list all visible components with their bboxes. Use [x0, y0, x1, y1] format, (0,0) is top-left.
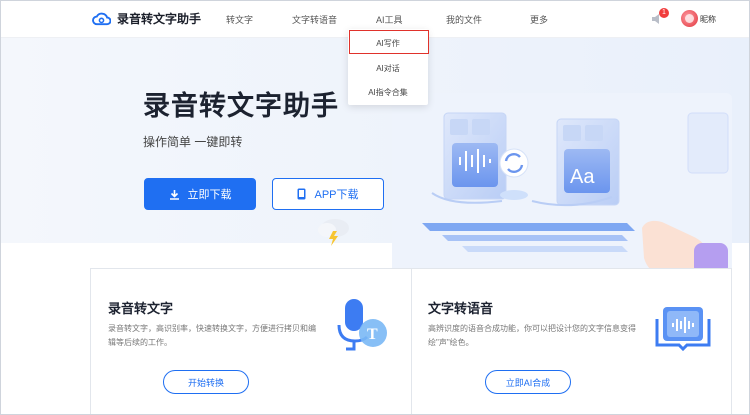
username[interactable]: 昵称	[700, 14, 716, 25]
card-divider	[411, 269, 412, 415]
hero-illustration: Aa	[392, 93, 732, 281]
svg-text:T: T	[367, 326, 378, 343]
card-title-tts: 文字转语音	[428, 301, 494, 316]
nav-item-more[interactable]: 更多	[530, 13, 548, 26]
start-convert-button[interactable]: 开始转换	[163, 370, 249, 394]
nav-item-ai-tools[interactable]: AI工具	[376, 13, 403, 26]
card-desc-tts: 高辨识度的语音合成功能，你可以把设计您的文字信息变得绘"声"绘色。	[428, 324, 636, 347]
card-title-transcribe: 录音转文字	[108, 301, 174, 316]
phone-icon	[297, 188, 306, 200]
cloud-logo-icon	[92, 12, 111, 26]
logo-text: 录音转文字助手	[117, 12, 202, 26]
ai-synthesize-button[interactable]: 立即AI合成	[485, 370, 571, 394]
svg-text:Aa: Aa	[570, 166, 595, 188]
avatar[interactable]	[681, 10, 698, 27]
dropdown-item-ai-prompts[interactable]: AI指令合集	[348, 87, 428, 98]
logo[interactable]: 录音转文字助手	[92, 10, 201, 27]
download-button[interactable]: 立即下载	[144, 178, 256, 210]
hero-subtitle: 操作简单 一键即转	[143, 135, 243, 149]
notification-badge: 1	[659, 8, 669, 18]
nav-item-transcribe[interactable]: 转文字	[226, 13, 253, 26]
hero-title: 录音转文字助手	[143, 91, 339, 121]
cloud-lightning-decoration	[318, 219, 349, 246]
app-download-button[interactable]: APP下载	[272, 178, 384, 210]
download-button-label: 立即下载	[187, 189, 232, 201]
dropdown-item-ai-chat[interactable]: AI对话	[348, 63, 428, 74]
app-download-button-label: APP下载	[314, 189, 359, 201]
nav-item-my-files[interactable]: 我的文件	[446, 13, 482, 26]
download-icon	[169, 189, 179, 200]
ai-tools-dropdown: AI写作 AI对话 AI指令合集	[348, 29, 428, 105]
microphone-text-icon: T	[337, 299, 387, 351]
card-desc-transcribe: 录音转文字，高识别率，快速转换文字，方便进行拷贝和编辑等后续的工作。	[108, 324, 316, 347]
feature-cards: 录音转文字 录音转文字，高识别率，快速转换文字，方便进行拷贝和编辑等后续的工作。…	[90, 268, 732, 415]
dropdown-item-ai-writing[interactable]: AI写作	[348, 38, 428, 49]
nav-item-tts[interactable]: 文字转语音	[292, 13, 337, 26]
book-audio-icon	[655, 307, 711, 352]
